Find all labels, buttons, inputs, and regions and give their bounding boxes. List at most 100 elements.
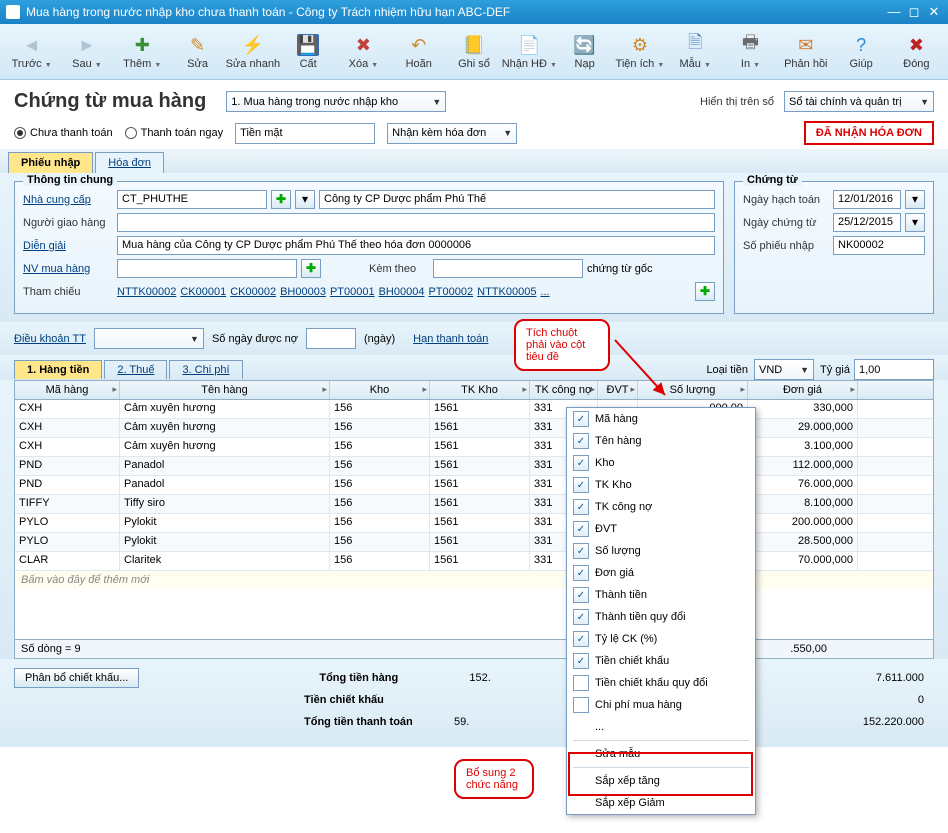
cell[interactable]: 1561 bbox=[430, 400, 530, 418]
menu-item-column-toggle[interactable]: ✓Tên hàng bbox=[567, 430, 755, 452]
cell[interactable]: CLAR bbox=[15, 552, 120, 570]
reference-link[interactable]: NTTK00002 bbox=[117, 286, 176, 298]
toolbar-next-button[interactable]: ►Sau ▼ bbox=[59, 26, 114, 78]
display-book-dropdown[interactable]: Sổ tài chính và quản trị ▼ bbox=[784, 91, 934, 112]
cell[interactable]: 156 bbox=[330, 514, 430, 532]
table-row[interactable]: CLARClaritek1561561331250,0070.000,000 bbox=[15, 552, 933, 571]
detail-tab-goods[interactable]: 1. Hàng tiền bbox=[14, 360, 102, 379]
receive-invoice-dropdown[interactable]: Nhận kèm hóa đơn ▼ bbox=[387, 123, 517, 144]
add-new-row[interactable]: Bấm vào đây để thêm mới bbox=[15, 571, 933, 589]
toolbar-post-button[interactable]: 📒Ghi sổ bbox=[446, 26, 501, 78]
cell[interactable]: 156 bbox=[330, 419, 430, 437]
menu-item-column-toggle[interactable]: ✓Mã hàng bbox=[567, 408, 755, 430]
toolbar-edit-button[interactable]: ✎Sửa bbox=[170, 26, 225, 78]
menu-item-sort-desc[interactable]: Sắp xếp Giảm bbox=[567, 792, 755, 814]
supplier-name-input[interactable]: Công ty CP Dược phẩm Phú Thế bbox=[319, 190, 715, 209]
cell[interactable]: 1561 bbox=[430, 495, 530, 513]
table-row[interactable]: TIFFYTiffy siro1561561331500,008.100,000 bbox=[15, 495, 933, 514]
toolbar-prev-button[interactable]: ◄Trước ▼ bbox=[4, 26, 59, 78]
menu-item-column-toggle[interactable]: ✓TK Kho bbox=[567, 474, 755, 496]
cell[interactable]: Tiffy siro bbox=[120, 495, 330, 513]
cell[interactable]: 112.000,000 bbox=[748, 457, 858, 475]
cell[interactable]: 8.100,000 bbox=[748, 495, 858, 513]
radio-paid-now[interactable]: Thanh toán ngay bbox=[125, 127, 224, 139]
cell[interactable]: 1561 bbox=[430, 533, 530, 551]
lookup-supplier-button[interactable]: ▾ bbox=[295, 190, 315, 209]
toolbar-quickedit-button[interactable]: ⚡Sửa nhanh bbox=[225, 26, 280, 78]
column-header[interactable]: Đơn giá▸ bbox=[748, 381, 858, 399]
cell[interactable]: PYLO bbox=[15, 533, 120, 551]
add-reference-button[interactable]: ✚ bbox=[695, 282, 715, 301]
cell[interactable]: CXH bbox=[15, 400, 120, 418]
menu-item-column-toggle[interactable]: ✓Kho bbox=[567, 452, 755, 474]
table-row[interactable]: CXHCảm xuyên hương1561561331.000,0029.00… bbox=[15, 419, 933, 438]
table-row[interactable]: PYLOPylokit1561561331500,0028.500,000 bbox=[15, 533, 933, 552]
column-header[interactable]: Mã hàng▸ bbox=[15, 381, 120, 399]
cell[interactable]: 1561 bbox=[430, 476, 530, 494]
menu-item-column-toggle[interactable]: ✓Đơn giá bbox=[567, 562, 755, 584]
terms-dropdown[interactable]: ▼ bbox=[94, 328, 204, 349]
menu-item-column-toggle[interactable]: ✓TK công nợ bbox=[567, 496, 755, 518]
cell[interactable]: 76.000,000 bbox=[748, 476, 858, 494]
cell[interactable]: PND bbox=[15, 457, 120, 475]
column-header[interactable]: TK công nợ▸ bbox=[530, 381, 598, 399]
detail-tab-cost[interactable]: 3. Chi phí bbox=[169, 360, 242, 379]
reference-link[interactable]: PT00002 bbox=[428, 286, 473, 298]
staff-input[interactable] bbox=[117, 259, 297, 278]
toolbar-recv-button[interactable]: 📄Nhận HĐ ▼ bbox=[502, 26, 557, 78]
items-grid[interactable]: Mã hàng▸Tên hàng▸Kho▸TK Kho▸TK công nợ▸ Đ… bbox=[14, 380, 934, 659]
table-row[interactable]: CXHCảm xuyên hương1561561331.000,00330,0… bbox=[15, 400, 933, 419]
allocate-discount-button[interactable]: Phân bổ chiết khấu... bbox=[14, 668, 139, 688]
cell[interactable]: Claritek bbox=[120, 552, 330, 570]
cell[interactable]: 156 bbox=[330, 438, 430, 456]
reference-link[interactable]: PT00001 bbox=[330, 286, 375, 298]
voucher-no-input[interactable]: NK00002 bbox=[833, 236, 925, 255]
toolbar-print-button[interactable]: 🖶In ▼ bbox=[723, 26, 778, 78]
deliverer-input[interactable] bbox=[117, 213, 715, 232]
cell[interactable]: 156 bbox=[330, 476, 430, 494]
cell[interactable]: Panadol bbox=[120, 457, 330, 475]
cell[interactable]: 156 bbox=[330, 400, 430, 418]
toolbar-help-button[interactable]: ?Giúp bbox=[833, 26, 888, 78]
menu-item-column-toggle[interactable]: ✓Tỷ lệ CK (%) bbox=[567, 628, 755, 650]
date-picker-icon[interactable]: ▾ bbox=[905, 213, 925, 232]
cell[interactable]: PYLO bbox=[15, 514, 120, 532]
menu-item-sort-asc[interactable]: Sắp xếp tăng bbox=[567, 770, 755, 792]
cell[interactable]: 1561 bbox=[430, 419, 530, 437]
due-label[interactable]: Hạn thanh toán bbox=[413, 333, 488, 345]
menu-item-column-toggle[interactable]: ✓ĐVT bbox=[567, 518, 755, 540]
cell[interactable]: 1561 bbox=[430, 552, 530, 570]
menu-item-edit-template[interactable]: Sửa mẫu bbox=[567, 743, 755, 765]
toolbar-add-button[interactable]: ✚Thêm ▼ bbox=[115, 26, 170, 78]
cell[interactable]: 28.500,000 bbox=[748, 533, 858, 551]
menu-item-column-toggle[interactable]: ✓Tiền chiết khấu bbox=[567, 650, 755, 672]
rate-input[interactable]: 1,00 bbox=[854, 359, 934, 380]
toolbar-feedback-button[interactable]: ✉Phản hồi bbox=[778, 26, 833, 78]
toolbar-save-button[interactable]: 💾Cất bbox=[280, 26, 335, 78]
reference-link[interactable]: CK00002 bbox=[230, 286, 276, 298]
detail-tab-tax[interactable]: 2. Thuế bbox=[104, 360, 167, 379]
menu-item-more[interactable]: ... bbox=[567, 716, 755, 738]
maximize-button[interactable]: ◻ bbox=[906, 4, 922, 20]
reference-link[interactable]: CK00001 bbox=[180, 286, 226, 298]
toolbar-tpl-button[interactable]: 🗎Mẫu ▼ bbox=[668, 26, 723, 78]
toolbar-util-button[interactable]: ⚙Tiện ích ▼ bbox=[612, 26, 667, 78]
cell[interactable]: 3.100,000 bbox=[748, 438, 858, 456]
payment-method-input[interactable]: Tiền mặt bbox=[235, 123, 375, 144]
column-header[interactable]: Kho▸ bbox=[330, 381, 430, 399]
cell[interactable]: 70.000,000 bbox=[748, 552, 858, 570]
description-label[interactable]: Diễn giải bbox=[23, 240, 113, 252]
reference-link[interactable]: ... bbox=[540, 286, 549, 298]
column-header[interactable]: TK Kho▸ bbox=[430, 381, 530, 399]
reference-link[interactable]: BH00003 bbox=[280, 286, 326, 298]
cell[interactable]: 1561 bbox=[430, 438, 530, 456]
column-header[interactable]: Tên hàng▸ bbox=[120, 381, 330, 399]
cell[interactable]: 330,000 bbox=[748, 400, 858, 418]
close-window-button[interactable]: ✕ bbox=[926, 4, 942, 20]
supplier-code-input[interactable]: CT_PHUTHE bbox=[117, 190, 267, 209]
cell[interactable]: 156 bbox=[330, 457, 430, 475]
cell[interactable]: 156 bbox=[330, 533, 430, 551]
toolbar-undo-button[interactable]: ↶Hoãn bbox=[391, 26, 446, 78]
cell[interactable]: TIFFY bbox=[15, 495, 120, 513]
cell[interactable]: CXH bbox=[15, 419, 120, 437]
